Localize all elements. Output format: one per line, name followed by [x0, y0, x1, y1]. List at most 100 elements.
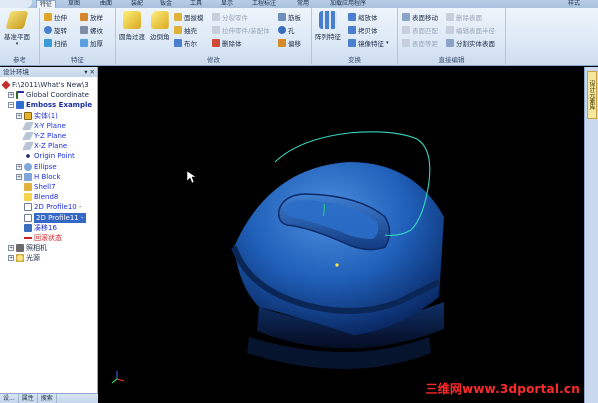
tab-design[interactable]: 设...: [0, 394, 19, 403]
thicken-button[interactable]: 加厚: [80, 38, 103, 48]
delete-face-button[interactable]: 删除表面: [446, 12, 482, 22]
coordinate-icon: [16, 91, 24, 100]
split-solid-face-button[interactable]: 分割实体表面: [446, 38, 495, 48]
loft-button[interactable]: 放样: [80, 12, 103, 22]
delete-body-button[interactable]: 删除体: [212, 38, 242, 48]
split-solid-face-label: 分割实体表面: [456, 40, 495, 48]
mirror-feature-button[interactable]: 镜像特征 ▾: [348, 38, 389, 48]
tree-node-light[interactable]: + 光源: [0, 253, 97, 263]
scale-body-button[interactable]: 缩放体: [348, 12, 378, 22]
tree-node-2d-profile11[interactable]: 2D Profile11 -: [0, 212, 97, 223]
tree-node-label: X-Z Plane: [34, 142, 68, 151]
axis-triad: [111, 371, 125, 384]
tree-node-label: Ellipse: [34, 162, 57, 171]
edit-face-radius-icon: [446, 26, 454, 34]
tree-node-rollback-state[interactable]: 回滚状态: [0, 233, 97, 243]
mouse-cursor-icon: [186, 170, 197, 184]
pattern-feature-label: 阵列特征: [315, 33, 341, 41]
thread-label: 螺纹: [90, 27, 103, 35]
3d-viewport[interactable]: 三维网www.3dportal.cn: [99, 67, 584, 403]
tree-node-xy-plane[interactable]: X-Y Plane: [0, 121, 97, 131]
expand-icon[interactable]: +: [8, 92, 14, 99]
hole-button[interactable]: 孔: [278, 25, 295, 35]
revolve-button[interactable]: 旋转: [44, 25, 67, 35]
rollback-bar-icon[interactable]: [24, 233, 32, 242]
tree-node-file[interactable]: F:\2011\What's New\3: [0, 80, 97, 90]
tree-node-h-block[interactable]: + H Block: [0, 172, 97, 182]
group-reference: 基准平面 ▾ 参考: [0, 8, 40, 66]
tree-node-emboss16[interactable]: 凑移16: [0, 223, 97, 233]
boolean-button[interactable]: 布尔: [174, 38, 197, 48]
tree-node-label: 光源: [26, 254, 40, 263]
tab-sheetmetal[interactable]: 钣金: [160, 0, 172, 8]
expand-icon[interactable]: +: [16, 112, 22, 119]
thread-button[interactable]: 螺纹: [80, 25, 103, 35]
tab-assembly[interactable]: 装配: [131, 0, 143, 8]
tree-node-ellipse[interactable]: + Ellipse: [0, 162, 97, 172]
group-transform: 阵列特征 缩放体 拷贝体 镜像特征 ▾ 变换: [312, 8, 398, 66]
fillet-button[interactable]: 圆角过渡: [119, 11, 145, 41]
tree-node-label: 实体(1): [34, 111, 58, 120]
tree-node-label: F:\2011\What's New\3: [12, 81, 89, 90]
origin-icon: [24, 152, 32, 161]
collapse-icon[interactable]: −: [8, 102, 14, 109]
delete-body-icon: [212, 39, 220, 47]
expand-icon[interactable]: +: [8, 255, 14, 262]
expand-icon[interactable]: +: [8, 245, 14, 252]
solid-icon: [24, 111, 32, 120]
face-move-button[interactable]: 表面移动: [402, 12, 438, 22]
tree-node-camera[interactable]: + 照相机: [0, 243, 97, 253]
extrude-part-assembly-button[interactable]: 拉伸零件/装配体: [212, 25, 270, 35]
panel-footer-tabs: 设... 属性 搜索: [0, 393, 98, 403]
tree-node-origin-point[interactable]: Origin Point: [0, 151, 97, 161]
face-match-button[interactable]: 表面匹配: [402, 25, 438, 35]
face-draft-button[interactable]: 面拔模: [174, 12, 204, 22]
datum-plane-icon: [5, 11, 29, 29]
copy-body-icon: [348, 26, 356, 34]
tab-surface[interactable]: 曲面: [100, 0, 112, 8]
tab-common[interactable]: 常用: [297, 0, 309, 8]
tree-node-blend8[interactable]: Blend8: [0, 192, 97, 202]
tab-search[interactable]: 搜索: [38, 394, 57, 403]
extrude-button[interactable]: 拉伸: [44, 12, 67, 22]
sweep-button[interactable]: 扫描: [44, 38, 67, 48]
style-menu[interactable]: 样式: [568, 0, 580, 8]
mirror-dropdown-icon[interactable]: ▾: [386, 40, 389, 46]
tree-node-emboss-example[interactable]: − Emboss Example: [0, 100, 97, 110]
tree-node-2d-profile10[interactable]: 2D Profile10 -: [0, 202, 97, 212]
split-part-button[interactable]: 分裂零件: [212, 12, 248, 22]
tree-node-xz-plane[interactable]: X-Z Plane: [0, 141, 97, 151]
panel-close-icon[interactable]: ▾ ✕: [84, 67, 95, 77]
tree-node-label: 回滚状态: [34, 233, 62, 242]
datum-plane-button[interactable]: 基准平面 ▾: [4, 11, 30, 47]
split-part-label: 分裂零件: [222, 14, 248, 22]
pattern-feature-button[interactable]: 阵列特征: [315, 11, 341, 41]
design-library-tab[interactable]: 设计元素库: [587, 71, 597, 119]
face-offset-button[interactable]: 表面等距: [402, 38, 438, 48]
chamfer-button[interactable]: 边倒角: [150, 11, 170, 41]
tree-node-solid[interactable]: + 实体(1): [0, 111, 97, 121]
datum-plane-dropdown-icon[interactable]: ▾: [16, 41, 19, 47]
loft-icon: [80, 13, 88, 21]
edit-face-radius-button[interactable]: 编辑表面半径: [446, 25, 495, 35]
tab-addins[interactable]: 加载应用程序: [330, 0, 366, 8]
tab-tools[interactable]: 工具: [190, 0, 202, 8]
tree-node-label: Origin Point: [34, 152, 75, 161]
copy-body-button[interactable]: 拷贝体: [348, 25, 378, 35]
shell-button[interactable]: 抽壳: [174, 25, 197, 35]
tree-node-global-coordinate[interactable]: + Global Coordinate: [0, 90, 97, 100]
application-menu-button[interactable]: [0, 0, 32, 8]
offset-button[interactable]: 偏移: [278, 38, 301, 48]
tree-node-label: Blend8: [34, 193, 59, 202]
tab-display[interactable]: 显示: [221, 0, 233, 8]
tab-sketch[interactable]: 草图: [68, 0, 80, 8]
tree-node-shell7[interactable]: Shell7: [0, 182, 97, 192]
rib-button[interactable]: 筋板: [278, 12, 301, 22]
expand-icon[interactable]: +: [16, 163, 22, 170]
delete-body-label: 删除体: [222, 40, 242, 48]
tab-properties[interactable]: 属性: [19, 394, 38, 403]
tree-node-yz-plane[interactable]: Y-Z Plane: [0, 131, 97, 141]
expand-icon[interactable]: +: [16, 173, 22, 180]
tab-drawing-annotation[interactable]: 工程标注: [252, 0, 276, 8]
revolve-label: 旋转: [54, 27, 67, 35]
